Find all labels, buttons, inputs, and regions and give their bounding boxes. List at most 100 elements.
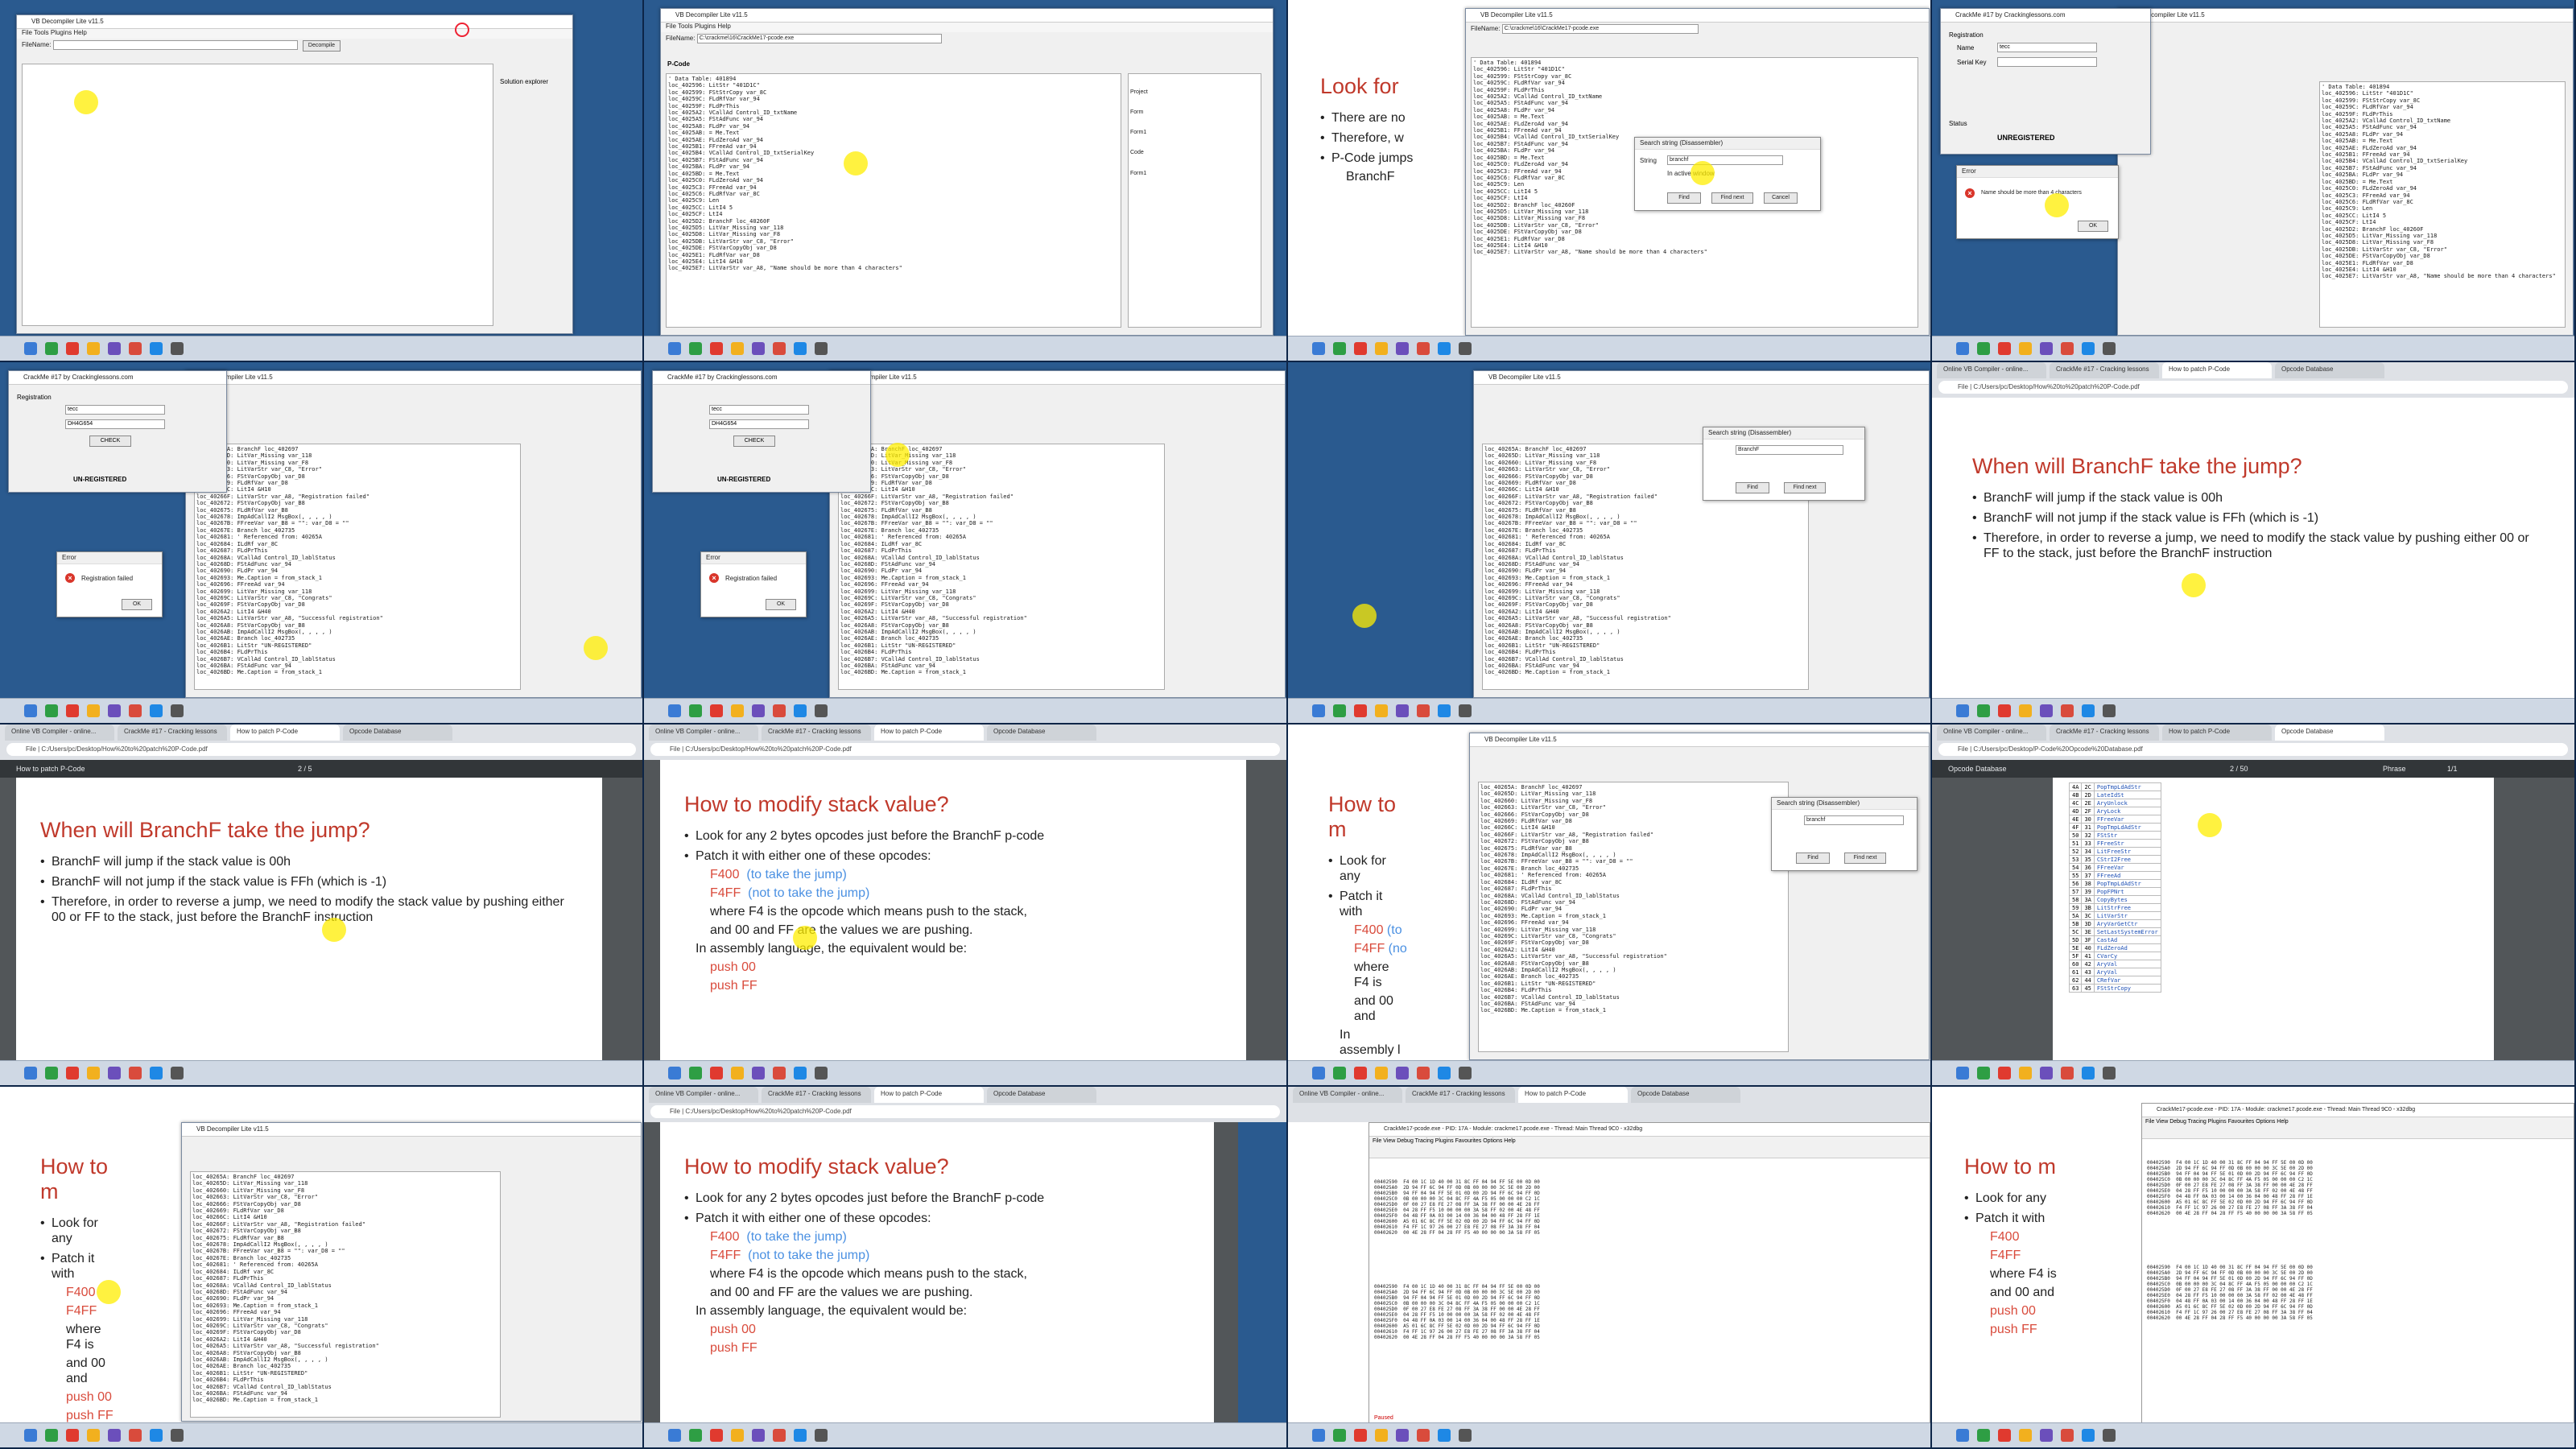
ok-button[interactable]: OK (122, 599, 152, 610)
check-button[interactable]: CHECK (89, 436, 131, 447)
taskbar-app-icon[interactable] (66, 342, 79, 355)
taskbar-app-icon[interactable] (773, 1429, 786, 1442)
taskbar-app-icon[interactable] (1312, 704, 1325, 717)
taskbar-app-icon[interactable] (150, 1429, 163, 1442)
taskbar-app-icon[interactable] (668, 342, 681, 355)
taskbar-app-icon[interactable] (129, 704, 142, 717)
taskbar-app-icon[interactable] (150, 1067, 163, 1080)
taskbar-app-icon[interactable] (689, 342, 702, 355)
taskbar-app-icon[interactable] (1459, 1429, 1472, 1442)
taskbar-app-icon[interactable] (1333, 1429, 1346, 1442)
taskbar-app-icon[interactable] (1977, 1429, 1990, 1442)
taskbar-app-icon[interactable] (1438, 704, 1451, 717)
taskbar-app-icon[interactable] (1438, 342, 1451, 355)
browser-tab[interactable]: Online VB Compiler - online... (1937, 724, 2046, 741)
taskbar-app-icon[interactable] (773, 342, 786, 355)
decompile-button[interactable]: Decompile (302, 40, 341, 52)
taskbar-app-icon[interactable] (2103, 704, 2116, 717)
taskbar-app-icon[interactable] (108, 1067, 121, 1080)
taskbar-app-icon[interactable] (752, 1429, 765, 1442)
menu-bar[interactable]: File Tools Plugins Help (17, 29, 572, 39)
debugger-menu[interactable]: File View Debug Tracing Plugins Favourit… (1369, 1137, 1930, 1158)
browser-tab[interactable]: How to patch P-Code (2162, 724, 2272, 741)
taskbar-app-icon[interactable] (794, 1067, 807, 1080)
taskbar-app-icon[interactable] (87, 704, 100, 717)
browser-tab[interactable]: CrackMe #17 - Cracking lessons (1406, 1087, 1515, 1103)
find-button[interactable]: Find (1796, 852, 1830, 864)
address-bar[interactable]: File | C:/Users/pc/Desktop/How%20to%20pa… (650, 743, 1280, 756)
search-input[interactable]: branchf (1667, 155, 1783, 165)
taskbar-app-icon[interactable] (731, 342, 744, 355)
taskbar-app-icon[interactable] (2040, 342, 2053, 355)
browser-tab[interactable]: Opcode Database (2275, 724, 2384, 741)
taskbar-app-icon[interactable] (668, 704, 681, 717)
filename-input[interactable]: C:\crackme\16\CrackMe17-pcode.exe (1501, 24, 1699, 34)
taskbar-app-icon[interactable] (87, 1067, 100, 1080)
taskbar-app-icon[interactable] (108, 342, 121, 355)
taskbar-app-icon[interactable] (1333, 704, 1346, 717)
menu-bar[interactable]: File Tools Plugins Help (661, 23, 1273, 32)
taskbar-app-icon[interactable] (1998, 704, 2011, 717)
tree-item[interactable]: Form (1130, 109, 1259, 116)
taskbar-app-icon[interactable] (1375, 1429, 1388, 1442)
taskbar-app-icon[interactable] (710, 342, 723, 355)
taskbar-app-icon[interactable] (2019, 342, 2032, 355)
taskbar-app-icon[interactable] (815, 704, 828, 717)
taskbar-app-icon[interactable] (1354, 1067, 1367, 1080)
browser-tab[interactable]: Online VB Compiler - online... (649, 724, 758, 741)
taskbar-app-icon[interactable] (150, 342, 163, 355)
tree-item[interactable]: Form1 (1130, 171, 1259, 177)
taskbar-app-icon[interactable] (2103, 1429, 2116, 1442)
taskbar-app-icon[interactable] (87, 1429, 100, 1442)
taskbar-app-icon[interactable] (1396, 1429, 1409, 1442)
taskbar-app-icon[interactable] (689, 1429, 702, 1442)
browser-tab[interactable]: Opcode Database (987, 724, 1096, 741)
taskbar-app-icon[interactable] (24, 1429, 37, 1442)
taskbar-app-icon[interactable] (1396, 1067, 1409, 1080)
pdf-page-indicator[interactable]: 2 / 5 (298, 760, 312, 778)
tree-item[interactable]: Form1 (1130, 130, 1259, 136)
taskbar-app-icon[interactable] (773, 704, 786, 717)
taskbar-app-icon[interactable] (1312, 1067, 1325, 1080)
taskbar-app-icon[interactable] (1312, 342, 1325, 355)
taskbar-app-icon[interactable] (87, 342, 100, 355)
taskbar-app-icon[interactable] (2019, 704, 2032, 717)
taskbar-app-icon[interactable] (773, 1067, 786, 1080)
taskbar-app-icon[interactable] (1417, 1067, 1430, 1080)
address-bar[interactable]: File | C:/Users/pc/Desktop/P-Code%20Opco… (1938, 743, 2568, 756)
find-button[interactable]: Find (1736, 482, 1769, 493)
debugger-menu[interactable]: File View Debug Tracing Plugins Favourit… (2142, 1117, 2574, 1139)
taskbar-app-icon[interactable] (1354, 704, 1367, 717)
taskbar-app-icon[interactable] (45, 342, 58, 355)
browser-tab[interactable]: Online VB Compiler - online... (649, 1087, 758, 1103)
taskbar-app-icon[interactable] (794, 342, 807, 355)
taskbar-app-icon[interactable] (1956, 1067, 1969, 1080)
taskbar-app-icon[interactable] (815, 1067, 828, 1080)
taskbar-app-icon[interactable] (731, 1429, 744, 1442)
taskbar-app-icon[interactable] (2082, 1067, 2095, 1080)
taskbar-app-icon[interactable] (1459, 342, 1472, 355)
taskbar-app-icon[interactable] (668, 1429, 681, 1442)
taskbar-app-icon[interactable] (1417, 342, 1430, 355)
taskbar-app-icon[interactable] (66, 704, 79, 717)
taskbar-app-icon[interactable] (1396, 704, 1409, 717)
taskbar-app-icon[interactable] (1375, 342, 1388, 355)
taskbar-app-icon[interactable] (2040, 1429, 2053, 1442)
browser-tab[interactable]: CrackMe #17 - Cracking lessons (118, 724, 227, 741)
taskbar-app-icon[interactable] (150, 704, 163, 717)
taskbar-app-icon[interactable] (668, 1067, 681, 1080)
taskbar-app-icon[interactable] (171, 1429, 184, 1442)
taskbar-app-icon[interactable] (752, 704, 765, 717)
find-next-button[interactable]: Find next (1784, 482, 1826, 493)
taskbar-app-icon[interactable] (1956, 342, 1969, 355)
taskbar-app-icon[interactable] (24, 1067, 37, 1080)
taskbar-app-icon[interactable] (1417, 704, 1430, 717)
taskbar-app-icon[interactable] (2040, 1067, 2053, 1080)
taskbar-app-icon[interactable] (1459, 704, 1472, 717)
taskbar-app-icon[interactable] (794, 1429, 807, 1442)
taskbar-app-icon[interactable] (710, 1067, 723, 1080)
browser-tab[interactable]: Opcode Database (2275, 362, 2384, 378)
taskbar-app-icon[interactable] (45, 704, 58, 717)
browser-tab[interactable]: Online VB Compiler - online... (1293, 1087, 1402, 1103)
taskbar-app-icon[interactable] (1375, 704, 1388, 717)
